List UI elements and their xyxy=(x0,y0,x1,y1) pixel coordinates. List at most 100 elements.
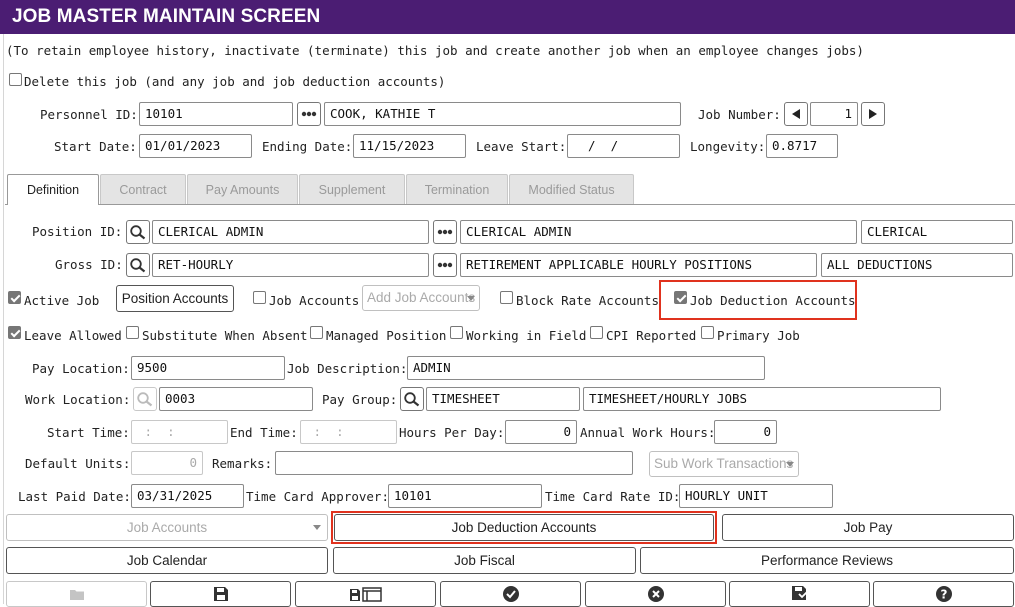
add-job-accounts-placeholder: Add Job Accounts xyxy=(367,290,476,305)
history-notice: (To retain employee history, inactivate … xyxy=(6,43,864,58)
leave-allowed-label: Leave Allowed xyxy=(24,328,122,343)
work-location-input[interactable]: 0003 xyxy=(159,387,313,411)
leave-allowed-checkbox[interactable] xyxy=(8,326,21,339)
personnel-id-label: Personnel ID: xyxy=(40,107,138,122)
tab-supplement[interactable]: Supplement xyxy=(299,174,405,204)
sub-work-transactions-label: Sub Work Transactions xyxy=(654,456,794,471)
start-date-input[interactable]: 01/01/2023 xyxy=(139,134,252,158)
save-print-button[interactable] xyxy=(295,581,436,607)
position-id-input[interactable]: CLERICAL ADMIN xyxy=(152,220,429,244)
tab-definition[interactable]: Definition xyxy=(7,174,99,205)
managed-position-label: Managed Position xyxy=(326,328,447,343)
annual-work-hours-input[interactable]: 0 xyxy=(714,420,777,444)
working-in-field-checkbox[interactable] xyxy=(450,326,463,339)
end-time-label: End Time: xyxy=(230,425,298,440)
tab-modified-status[interactable]: Modified Status xyxy=(509,174,634,204)
job-fiscal-button[interactable]: Job Fiscal xyxy=(333,547,636,574)
time-card-rate-id-label: Time Card Rate ID: xyxy=(545,489,681,504)
save-download-icon xyxy=(791,586,808,600)
position-search-button[interactable] xyxy=(126,220,150,244)
hours-per-day-input[interactable]: 0 xyxy=(505,420,577,444)
pay-location-input[interactable]: 9500 xyxy=(131,356,285,380)
start-date-label: Start Date: xyxy=(54,139,137,154)
substitute-checkbox[interactable] xyxy=(126,326,139,339)
start-time-input[interactable]: : : xyxy=(131,420,228,444)
cpi-reported-label: CPI Reported xyxy=(606,328,697,343)
job-deduction-accounts-button[interactable]: Job Deduction Accounts xyxy=(334,514,714,541)
block-rate-checkbox[interactable] xyxy=(500,291,513,304)
tab-contract[interactable]: Contract xyxy=(100,174,186,204)
ellipsis-icon xyxy=(437,262,453,268)
save-button[interactable] xyxy=(150,581,291,607)
tab-pay-amounts[interactable]: Pay Amounts xyxy=(187,174,298,204)
search-icon xyxy=(137,392,153,407)
position-accounts-button[interactable]: Position Accounts xyxy=(116,285,234,312)
window-title: JOB MASTER MAINTAIN SCREEN xyxy=(0,0,1015,34)
save-print-icon xyxy=(349,587,382,602)
end-time-input[interactable]: : : xyxy=(300,420,397,444)
gross-id-label: Gross ID: xyxy=(55,257,123,272)
gross-lookup-button[interactable] xyxy=(433,253,457,277)
job-number-next-button[interactable] xyxy=(861,102,885,126)
personnel-id-input[interactable]: 10101 xyxy=(139,102,293,126)
pay-group-search-button[interactable] xyxy=(400,387,424,411)
work-location-label: Work Location: xyxy=(25,392,131,407)
default-units-label: Default Units: xyxy=(25,456,131,471)
job-number-prev-button[interactable] xyxy=(784,102,808,126)
job-accounts-checkbox[interactable] xyxy=(253,291,266,304)
pay-group-label: Pay Group: xyxy=(322,392,398,407)
tab-termination[interactable]: Termination xyxy=(406,174,508,204)
personnel-lookup-button[interactable] xyxy=(297,102,321,126)
job-deduction-accounts-label: Job Deduction Accounts xyxy=(690,293,856,308)
add-job-accounts-select[interactable]: Add Job Accounts xyxy=(362,285,480,311)
job-number-input[interactable]: 1 xyxy=(810,102,858,126)
open-button[interactable] xyxy=(6,581,147,607)
search-icon xyxy=(130,258,146,273)
ellipsis-icon xyxy=(301,111,317,117)
time-card-approver-input[interactable]: 10101 xyxy=(388,484,542,508)
job-calendar-button[interactable]: Job Calendar xyxy=(6,547,328,574)
help-button[interactable]: ? xyxy=(873,581,1014,607)
leave-start-input[interactable]: / / xyxy=(567,134,680,158)
time-card-rate-id-input[interactable]: HOURLY UNIT xyxy=(679,484,833,508)
job-deduction-accounts-checkbox[interactable] xyxy=(674,291,687,304)
performance-reviews-button[interactable]: Performance Reviews xyxy=(640,547,1014,574)
substitute-label: Substitute When Absent xyxy=(142,328,308,343)
active-job-label: Active Job xyxy=(24,293,100,308)
leave-start-label: Leave Start: xyxy=(476,139,567,154)
last-paid-date-label: Last Paid Date: xyxy=(18,489,131,504)
chevron-down-icon xyxy=(786,462,794,467)
cancel-button[interactable] xyxy=(585,581,726,607)
start-time-label: Start Time: xyxy=(47,425,130,440)
job-pay-button[interactable]: Job Pay xyxy=(722,514,1014,541)
job-description-input[interactable]: ADMIN xyxy=(407,356,765,380)
position-lookup-button[interactable] xyxy=(433,220,457,244)
delete-job-checkbox[interactable] xyxy=(9,73,22,86)
active-job-checkbox[interactable] xyxy=(8,291,21,304)
search-icon xyxy=(130,225,146,240)
job-accounts-select[interactable]: Job Accounts xyxy=(6,514,328,541)
save-download-button[interactable] xyxy=(729,581,870,607)
accept-button[interactable] xyxy=(440,581,581,607)
sub-work-transactions-select[interactable]: Sub Work Transactions xyxy=(649,451,799,477)
pay-group-input[interactable]: TIMESHEET xyxy=(426,387,580,411)
svg-text:?: ? xyxy=(940,588,947,602)
employee-name-field: COOK, KATHIE T xyxy=(324,102,681,126)
search-icon xyxy=(404,392,420,407)
primary-job-checkbox[interactable] xyxy=(701,326,714,339)
job-description-label: Job Description: xyxy=(287,361,408,376)
cpi-reported-checkbox[interactable] xyxy=(590,326,603,339)
hours-per-day-label: Hours Per Day: xyxy=(399,425,505,440)
managed-position-checkbox[interactable] xyxy=(310,326,323,339)
remarks-input[interactable] xyxy=(275,451,633,475)
work-location-search-button[interactable] xyxy=(133,387,157,411)
gross-deductions-field: ALL DEDUCTIONS xyxy=(821,253,1013,277)
gross-description-field: RETIREMENT APPLICABLE HOURLY POSITIONS xyxy=(460,253,817,277)
position-description-field: CLERICAL ADMIN xyxy=(460,220,857,244)
gross-search-button[interactable] xyxy=(126,253,150,277)
default-units-input[interactable]: 0 xyxy=(131,451,203,475)
ending-date-input[interactable]: 11/15/2023 xyxy=(353,134,466,158)
working-in-field-label: Working in Field xyxy=(466,328,587,343)
gross-id-input[interactable]: RET-HOURLY xyxy=(152,253,429,277)
chevron-down-icon xyxy=(467,296,475,301)
